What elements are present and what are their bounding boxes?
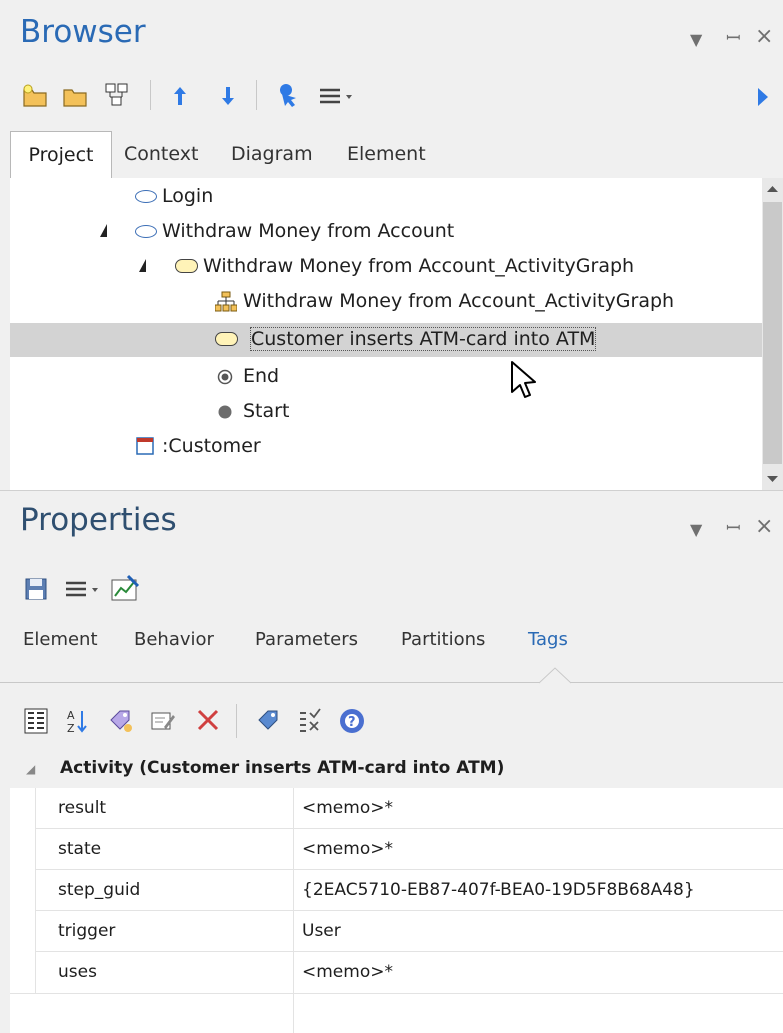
tag-row-step-guid[interactable]: step_guid {2EAC5710-EB87-407f-BEA0-19D5F…	[10, 870, 783, 910]
properties-pin-icon[interactable]: ꟷ	[726, 516, 741, 540]
tag-name: trigger	[58, 921, 116, 941]
toolbar-divider	[236, 704, 237, 738]
properties-panel-title: Properties	[20, 502, 177, 538]
browser-panel-title: Browser	[20, 14, 146, 50]
tab-context[interactable]: Context	[124, 131, 198, 177]
mouse-cursor-icon	[510, 360, 540, 404]
tab-parameters[interactable]: Parameters	[255, 620, 358, 660]
tag-name: state	[58, 839, 102, 859]
tree-item-customer-inserts-card[interactable]: Customer inserts ATM-card into ATM	[10, 323, 762, 357]
grid-row-divider	[10, 993, 783, 994]
tab-behavior[interactable]: Behavior	[134, 620, 214, 660]
tag-name: step_guid	[58, 880, 141, 900]
tag-row-trigger[interactable]: trigger User	[10, 911, 783, 951]
tag-value[interactable]: {2EAC5710-EB87-407f-BEA0-19D5F8B68A48}	[302, 870, 772, 910]
tree-scrollbar[interactable]	[762, 178, 783, 490]
tab-tags[interactable]: Tags	[528, 620, 568, 660]
svg-text:Z: Z	[67, 722, 75, 734]
collapse-group-icon[interactable]: ◢	[26, 762, 35, 776]
locate-icon[interactable]	[274, 82, 300, 114]
expanded-arrow-icon[interactable]	[139, 259, 146, 272]
browser-dropdown-icon[interactable]: ▼	[690, 30, 702, 49]
tree-item-withdraw-money[interactable]: Withdraw Money from Account	[10, 215, 762, 249]
tag-value[interactable]: <memo>*	[302, 952, 772, 992]
activity-icon	[175, 259, 198, 273]
help-icon[interactable]: ?	[338, 707, 366, 739]
new-tag-icon[interactable]	[108, 708, 134, 738]
panel-divider	[0, 490, 783, 491]
tag-row-uses[interactable]: uses <memo>*	[10, 952, 783, 992]
move-up-icon[interactable]	[170, 84, 190, 112]
tab-project[interactable]: Project	[10, 131, 112, 178]
activity-icon	[215, 332, 238, 346]
tree-item-login[interactable]: Login	[10, 180, 762, 214]
initial-node-icon	[217, 403, 233, 425]
tree-item-activity-diagram[interactable]: Withdraw Money from Account_ActivityGrap…	[10, 285, 762, 319]
sort-alphabetical-icon[interactable]: AZ	[66, 708, 88, 738]
activity-diagram-icon	[214, 291, 238, 318]
properties-dropdown-icon[interactable]: ▼	[690, 520, 702, 539]
expanded-arrow-icon[interactable]	[100, 224, 107, 237]
new-diagram-icon[interactable]	[104, 82, 130, 112]
move-down-icon[interactable]	[218, 84, 238, 112]
scroll-up-icon[interactable]	[762, 178, 783, 200]
scroll-thumb[interactable]	[763, 202, 782, 464]
tag-group-header: Activity (Customer inserts ATM-card into…	[60, 758, 505, 778]
tab-diagram[interactable]: Diagram	[231, 131, 313, 177]
tag-name: result	[58, 798, 107, 818]
tag-value[interactable]: User	[302, 911, 772, 951]
tag-group-icon[interactable]	[256, 708, 282, 738]
tab-element[interactable]: Element	[23, 620, 98, 660]
tag-value[interactable]: <memo>*	[302, 829, 772, 869]
chart-icon[interactable]	[110, 574, 140, 606]
tab-partitions[interactable]: Partitions	[401, 620, 485, 660]
edit-tag-icon[interactable]	[150, 708, 176, 738]
browser-close-icon[interactable]: ×	[755, 24, 773, 49]
use-case-icon	[135, 225, 157, 238]
tag-name: uses	[58, 962, 97, 982]
tree-item-activity-graph[interactable]: Withdraw Money from Account_ActivityGrap…	[10, 250, 762, 284]
save-icon[interactable]	[25, 578, 47, 604]
menu-icon[interactable]	[318, 87, 354, 109]
tag-row-result[interactable]: result <memo>*	[10, 788, 783, 828]
object-icon	[136, 437, 154, 460]
tab-element[interactable]: Element	[347, 131, 426, 177]
project-tree: Login Withdraw Money from Account Withdr…	[10, 178, 762, 490]
properties-menu-icon[interactable]	[64, 580, 100, 602]
browser-pin-icon[interactable]: ꟷ	[726, 26, 741, 50]
categorized-view-icon[interactable]	[24, 708, 48, 738]
tag-value[interactable]: <memo>*	[302, 788, 772, 828]
tree-item-end[interactable]: End	[10, 360, 762, 394]
svg-text:?: ?	[348, 715, 356, 730]
active-tab-notch	[538, 667, 572, 688]
delete-icon[interactable]	[196, 708, 220, 736]
tree-item-customer-object[interactable]: :Customer	[10, 430, 762, 464]
toolbar-divider	[150, 80, 151, 110]
tab-baseline	[0, 682, 783, 683]
tagged-values-grid: result <memo>* state <memo>* step_guid {…	[10, 788, 783, 1033]
filter-list-icon[interactable]	[298, 708, 322, 738]
properties-close-icon[interactable]: ×	[755, 514, 773, 539]
toolbar-divider	[256, 80, 257, 110]
svg-text:A: A	[67, 709, 75, 722]
overflow-arrow-icon[interactable]	[756, 86, 770, 112]
final-node-icon	[217, 368, 233, 390]
new-folder-icon[interactable]	[62, 84, 88, 112]
scroll-down-icon[interactable]	[762, 468, 783, 490]
new-package-icon[interactable]	[22, 84, 48, 112]
tree-item-start[interactable]: Start	[10, 395, 762, 429]
use-case-icon	[135, 190, 157, 203]
tag-row-state[interactable]: state <memo>*	[10, 829, 783, 869]
